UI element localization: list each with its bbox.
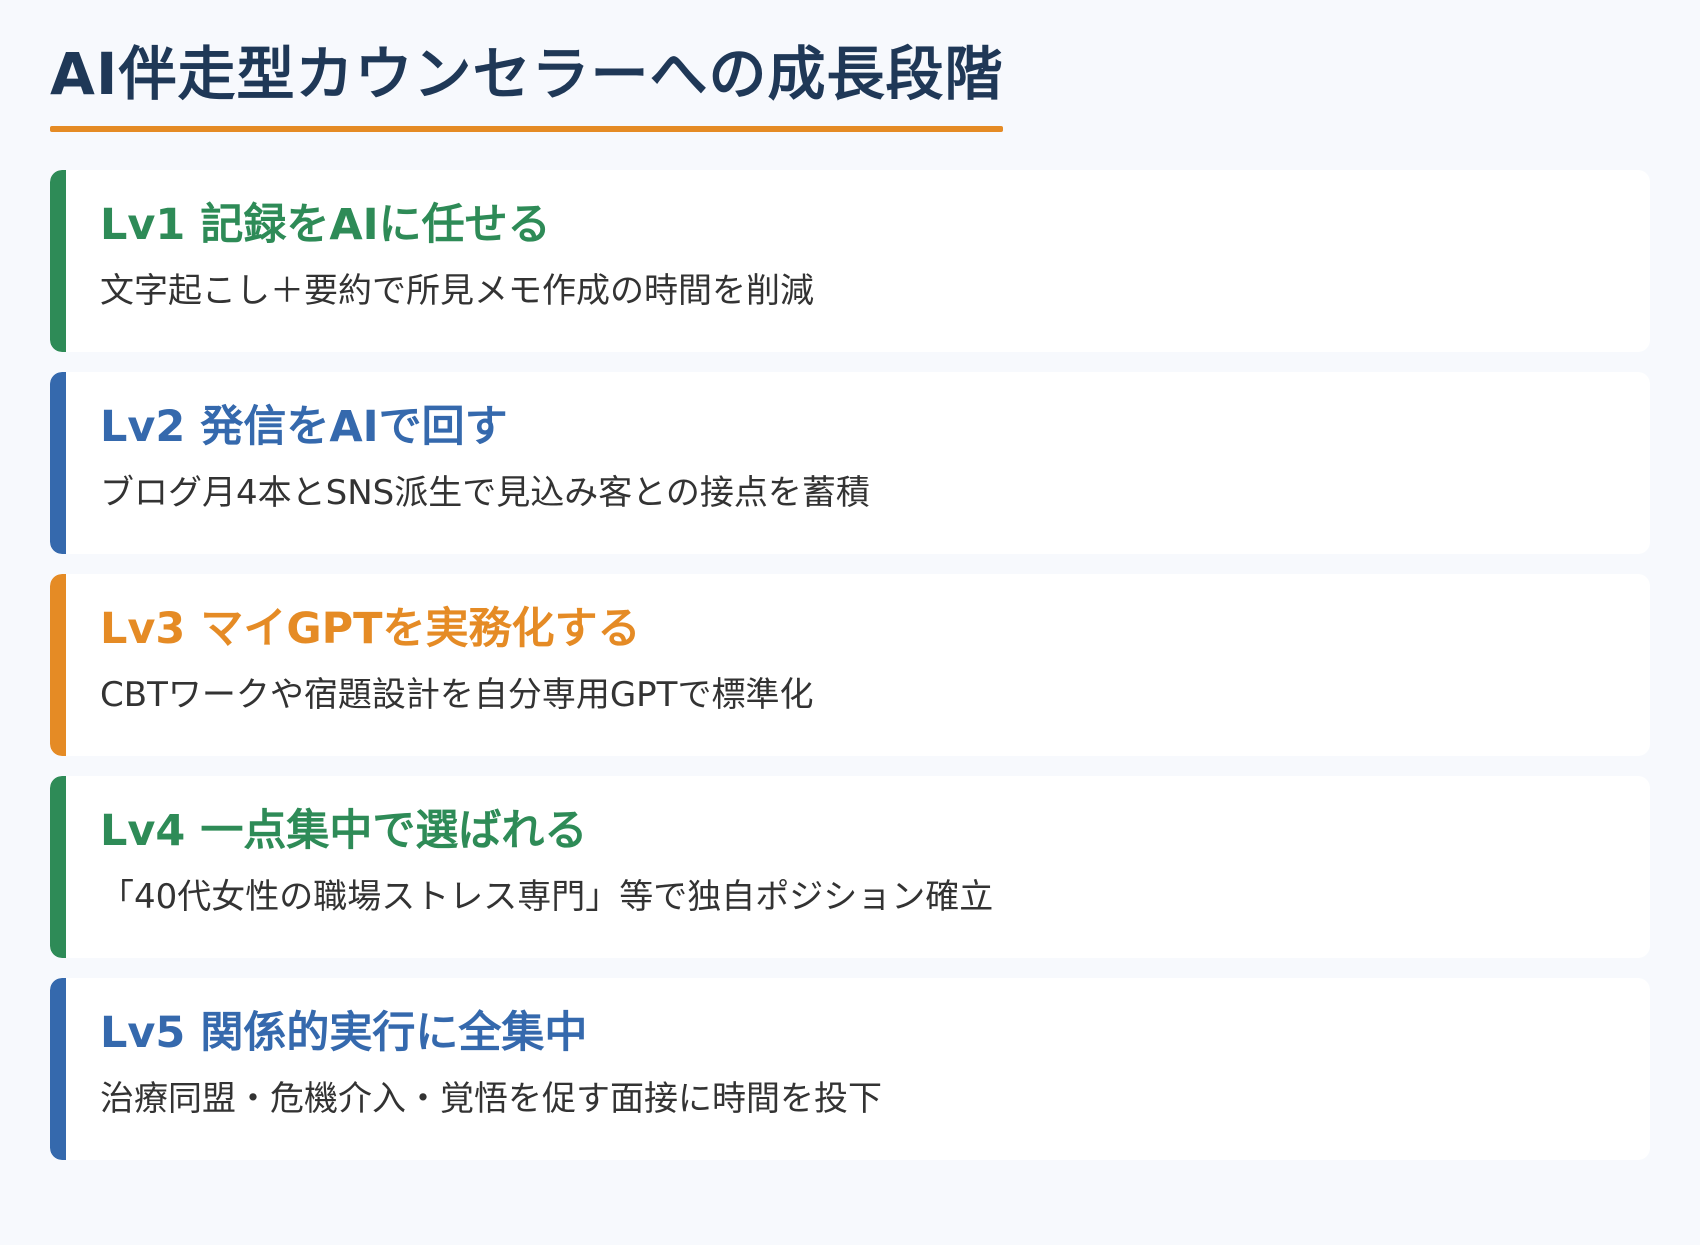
level-title: Lv4 一点集中で選ばれる xyxy=(100,805,588,856)
level-description: ブログ月4本とSNS派生で見込み客との接点を蓄積 xyxy=(100,473,870,514)
title-area: AI伴走型カウンセラーへの成長段階 xyxy=(50,0,1004,132)
level-title: Lv1 記録をAIに任せる xyxy=(100,199,551,250)
level-description: 「40代女性の職場ストレス専門」等で独自ポジション確立 xyxy=(100,877,994,918)
page-title: AI伴走型カウンセラーへの成長段階 xyxy=(50,40,1004,108)
level-description: 文字起こし＋要約で所見メモ作成の時間を削減 xyxy=(100,271,814,312)
level-description: 治療同盟・危機介入・覚悟を促す面接に時間を投下 xyxy=(100,1079,882,1120)
level-list: Lv1 記録をAIに任せる 文字起こし＋要約で所見メモ作成の時間を削減 Lv2 … xyxy=(50,169,1650,1160)
level-title: Lv3 マイGPTを実務化する xyxy=(100,603,641,654)
level-card-5: Lv5 関係的実行に全集中 治療同盟・危機介入・覚悟を促す面接に時間を投下 xyxy=(50,977,1650,1160)
title-underline xyxy=(50,125,1004,132)
level-title: Lv5 関係的実行に全集中 xyxy=(100,1007,588,1058)
level-description: CBTワークや宿題設計を自分専用GPTで標準化 xyxy=(100,675,814,716)
level-card-1: Lv1 記録をAIに任せる 文字起こし＋要約で所見メモ作成の時間を削減 xyxy=(50,169,1650,352)
level-card-2: Lv2 発信をAIで回す ブログ月4本とSNS派生で見込み客との接点を蓄積 xyxy=(50,371,1650,554)
level-card-3: Lv3 マイGPTを実務化する CBTワークや宿題設計を自分専用GPTで標準化 xyxy=(50,573,1650,756)
level-title: Lv2 発信をAIで回す xyxy=(100,401,508,452)
level-card-4: Lv4 一点集中で選ばれる 「40代女性の職場ストレス専門」等で独自ポジション確… xyxy=(50,775,1650,958)
page: AI伴走型カウンセラーへの成長段階 Lv1 記録をAIに任せる 文字起こし＋要約… xyxy=(0,0,1700,1245)
